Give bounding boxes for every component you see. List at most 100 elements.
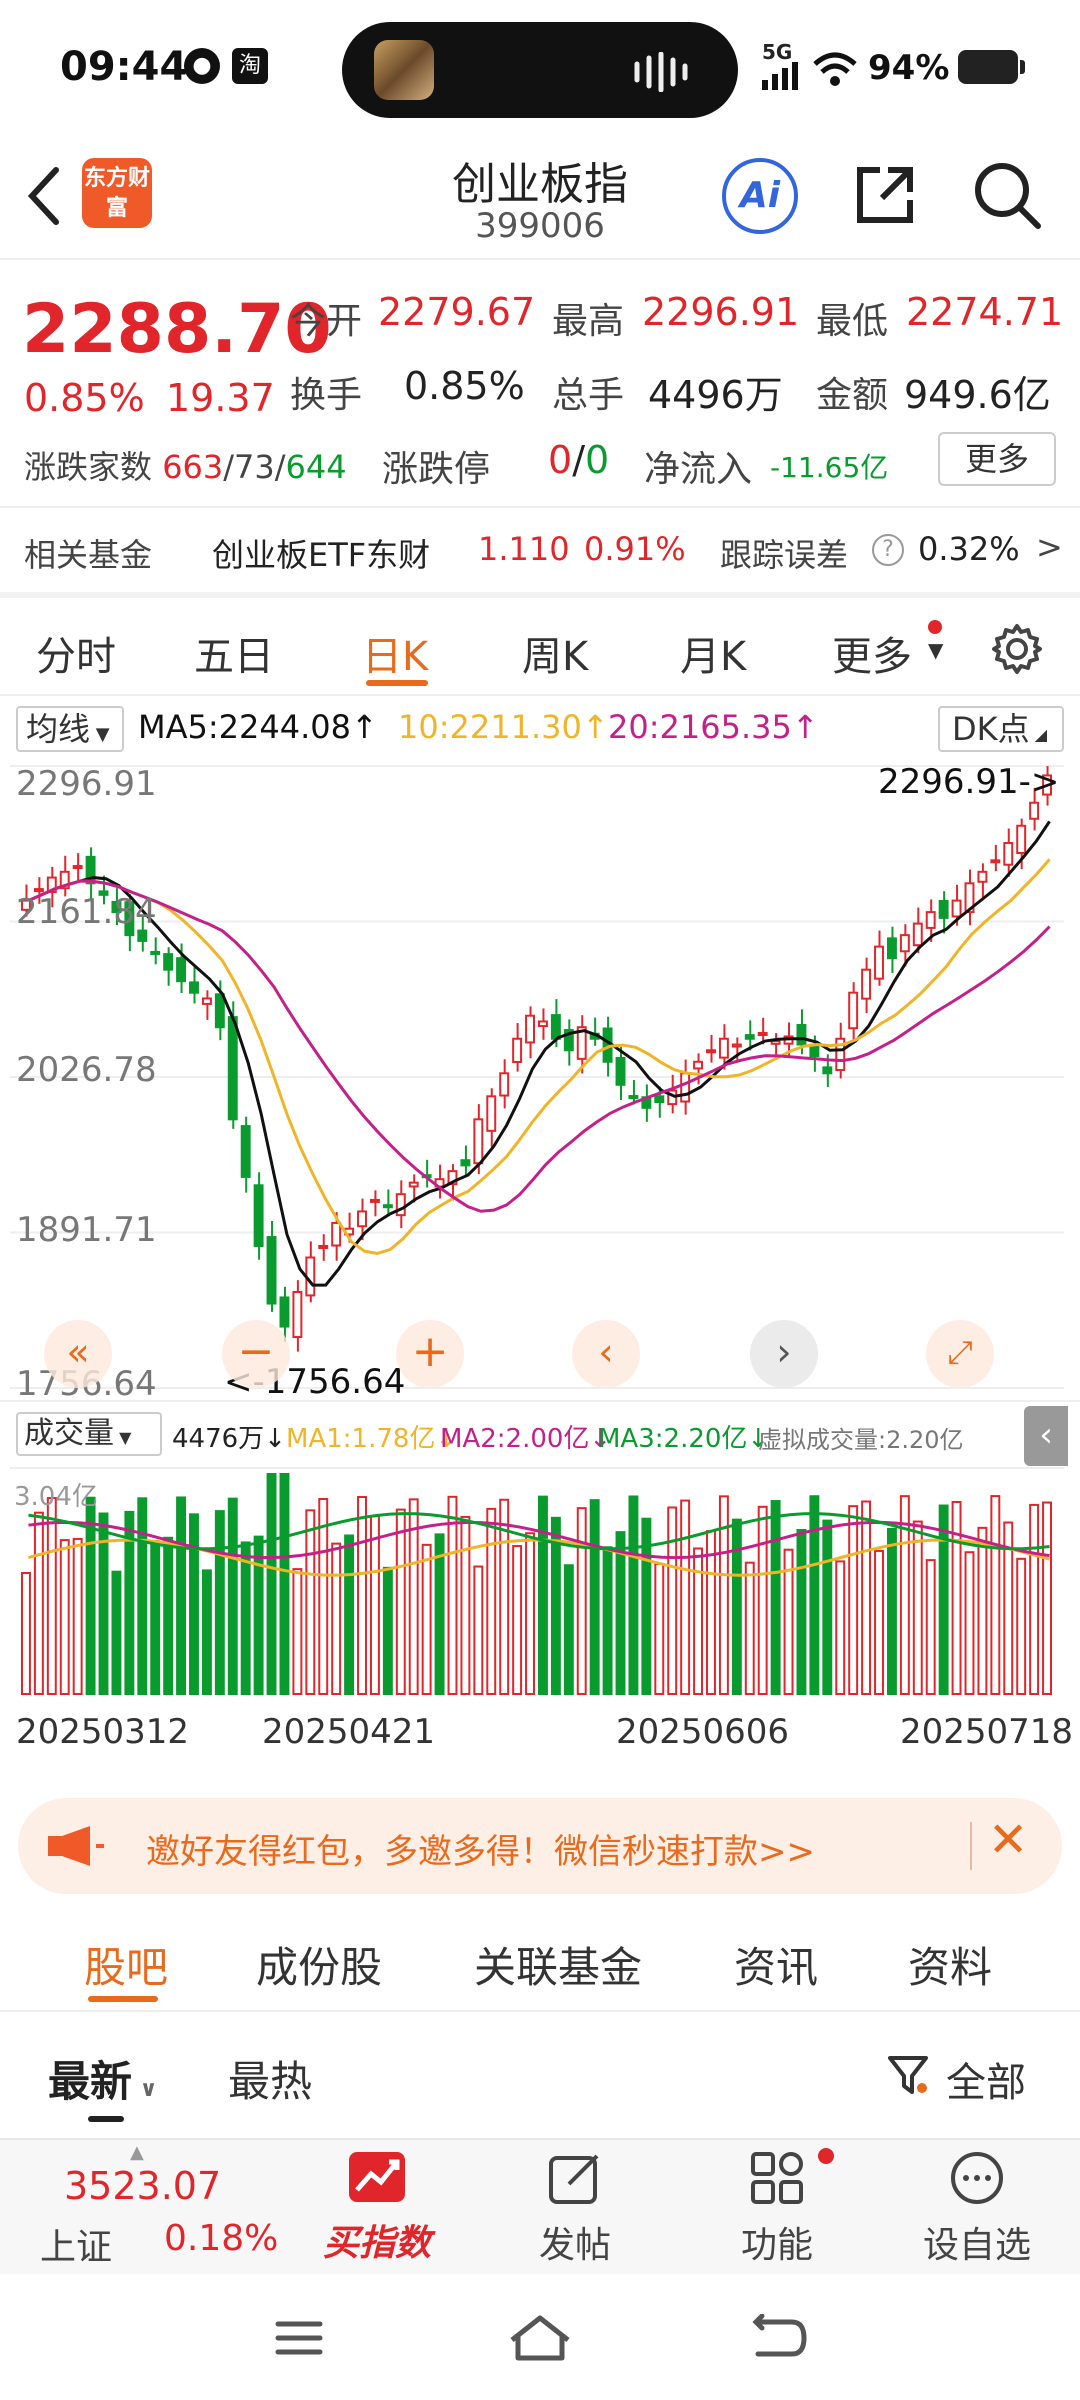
limit-row: 0/0 xyxy=(548,438,610,482)
tab-intraday[interactable]: 分时 xyxy=(36,624,116,682)
breadth-label: 涨跌家数 xyxy=(24,448,153,486)
vol-ma2: MA2:2.00亿↓ xyxy=(440,1424,612,1454)
fullscreen-icon[interactable]: ⤢ xyxy=(926,1320,994,1388)
volume-bar xyxy=(886,1527,897,1696)
dk-point-button[interactable]: DK点 ◢ xyxy=(938,706,1064,752)
volume-indicator-select[interactable]: 成交量 ▼ xyxy=(16,1412,162,1456)
candle xyxy=(189,981,199,994)
volume-bar xyxy=(1042,1501,1052,1696)
volume-bar xyxy=(589,1499,600,1696)
post-button[interactable]: 发帖 xyxy=(500,2150,650,2268)
share-icon[interactable] xyxy=(852,162,918,228)
tab-guba[interactable]: 股吧 xyxy=(84,1934,168,1995)
notification-dot xyxy=(928,620,942,634)
buy-index-button[interactable]: 买指数 xyxy=(302,2150,452,2266)
active-sort-indicator xyxy=(88,2116,124,2122)
home-icon[interactable] xyxy=(508,2314,572,2362)
vol-ma1: MA1:1.78亿↓ xyxy=(286,1424,458,1454)
indicator-select[interactable]: 均线 ▼ xyxy=(16,706,124,752)
volume-bar xyxy=(292,1568,303,1695)
rewind-icon[interactable]: « xyxy=(44,1320,112,1388)
sort-hot[interactable]: 最热 xyxy=(228,2048,312,2109)
volume-bar xyxy=(21,1572,31,1695)
tracking-error-value: 0.32% xyxy=(918,530,1020,568)
kline-chart[interactable] xyxy=(10,758,1064,1398)
volume-bar xyxy=(473,1565,484,1695)
add-watchlist-button[interactable]: 设自选 xyxy=(902,2150,1052,2268)
help-icon[interactable]: ? xyxy=(872,534,904,566)
promo-text: 邀好友得红包，多邀多得！微信秒速打款>> xyxy=(146,1832,815,1872)
limit-down: 0 xyxy=(585,438,610,482)
tab-constituents[interactable]: 成份股 xyxy=(256,1934,382,1995)
candle xyxy=(912,922,923,947)
tab-news[interactable]: 资讯 xyxy=(734,1934,818,1995)
volume-bar xyxy=(382,1566,393,1695)
sh-index-pct: 0.18% xyxy=(164,2218,279,2259)
tab-five-day[interactable]: 五日 xyxy=(194,624,274,682)
volume-bar xyxy=(1029,1503,1040,1695)
candle xyxy=(163,953,174,971)
volume-bar xyxy=(227,1497,238,1696)
candle xyxy=(1029,801,1040,820)
volume-bar xyxy=(925,1559,936,1695)
prev-icon[interactable]: ‹ xyxy=(572,1320,640,1388)
chevron-right-icon[interactable]: > xyxy=(1036,528,1063,566)
tab-more[interactable]: 更多 xyxy=(832,624,912,682)
more-circle-icon xyxy=(951,2152,1003,2204)
promo-banner[interactable]: 邀好友得红包，多邀多得！微信秒速打款>> ✕ xyxy=(18,1798,1062,1894)
search-icon[interactable] xyxy=(972,160,1042,230)
tab-daily-k[interactable]: 日K xyxy=(362,624,428,682)
volume-bar xyxy=(214,1510,225,1696)
y-tick: 2026.78 xyxy=(16,1050,157,1090)
zoom-in-icon[interactable]: + xyxy=(396,1320,464,1388)
volume-bar xyxy=(111,1570,122,1695)
tab-monthly-k[interactable]: 月K xyxy=(680,624,746,682)
tab-weekly-k[interactable]: 周K xyxy=(522,624,588,682)
dynamic-island[interactable] xyxy=(342,22,738,118)
volume-bar xyxy=(150,1540,161,1695)
volume-bar xyxy=(395,1508,406,1695)
candle xyxy=(744,1034,755,1040)
candle xyxy=(925,911,936,929)
more-quote-button[interactable]: 更多 xyxy=(938,432,1056,486)
related-fund-row[interactable]: 相关基金 创业板ETF东财 1.110 0.91% 跟踪误差 ? 0.32% > xyxy=(0,508,1080,592)
functions-button[interactable]: 功能 xyxy=(702,2150,852,2268)
next-icon[interactable]: › xyxy=(750,1320,818,1388)
filter-all[interactable]: 全部 xyxy=(946,2050,1026,2108)
flat-count: 73 xyxy=(234,448,275,486)
candle xyxy=(861,968,872,1000)
divider xyxy=(970,1822,972,1870)
grid-icon xyxy=(751,2152,803,2204)
menu-icon[interactable] xyxy=(274,2318,324,2358)
candle xyxy=(848,991,859,1030)
y-tick: 1891.71 xyxy=(16,1210,157,1250)
volume-bar xyxy=(538,1495,548,1696)
bottom-dock: ▲ 3523.07 上证 0.18% 买指数 发帖 功能 设自选 xyxy=(0,2138,1080,2274)
sh-index-value[interactable]: 3523.07 xyxy=(64,2164,221,2208)
candle xyxy=(1016,824,1027,855)
fund-price: 1.110 xyxy=(478,530,570,568)
volume-top-tick: 3.04亿 xyxy=(14,1482,98,1512)
ma20-value: 20:2165.35↑ xyxy=(608,708,819,746)
netflow-value: -11.65亿 xyxy=(770,451,889,484)
ma5-value: MA5:2244.08↑ xyxy=(138,708,378,746)
max-marker: 2296.91-> xyxy=(878,762,1060,802)
collapse-panel-icon[interactable]: ‹ xyxy=(1024,1406,1068,1466)
close-icon[interactable]: ✕ xyxy=(988,1812,1028,1868)
candle xyxy=(615,1056,626,1086)
back-icon[interactable] xyxy=(752,2314,808,2362)
candle xyxy=(718,1037,729,1059)
candle xyxy=(977,870,988,883)
sort-latest[interactable]: 最新 ∨ xyxy=(48,2048,158,2109)
settings-gear-icon[interactable] xyxy=(990,622,1044,676)
tab-profile[interactable]: 资料 xyxy=(908,1934,992,1995)
candle xyxy=(757,1031,768,1036)
tab-related-funds[interactable]: 关联基金 xyxy=(474,1934,642,1995)
zoom-out-icon[interactable]: − xyxy=(222,1320,290,1388)
fund-name[interactable]: 创业板ETF东财 xyxy=(212,530,430,576)
volume-bar xyxy=(744,1561,755,1695)
caret-down-icon: ▼ xyxy=(928,638,944,662)
filter-icon[interactable] xyxy=(886,2052,932,2098)
ai-button[interactable]: Ai xyxy=(722,158,798,234)
volume-bar xyxy=(615,1531,626,1695)
